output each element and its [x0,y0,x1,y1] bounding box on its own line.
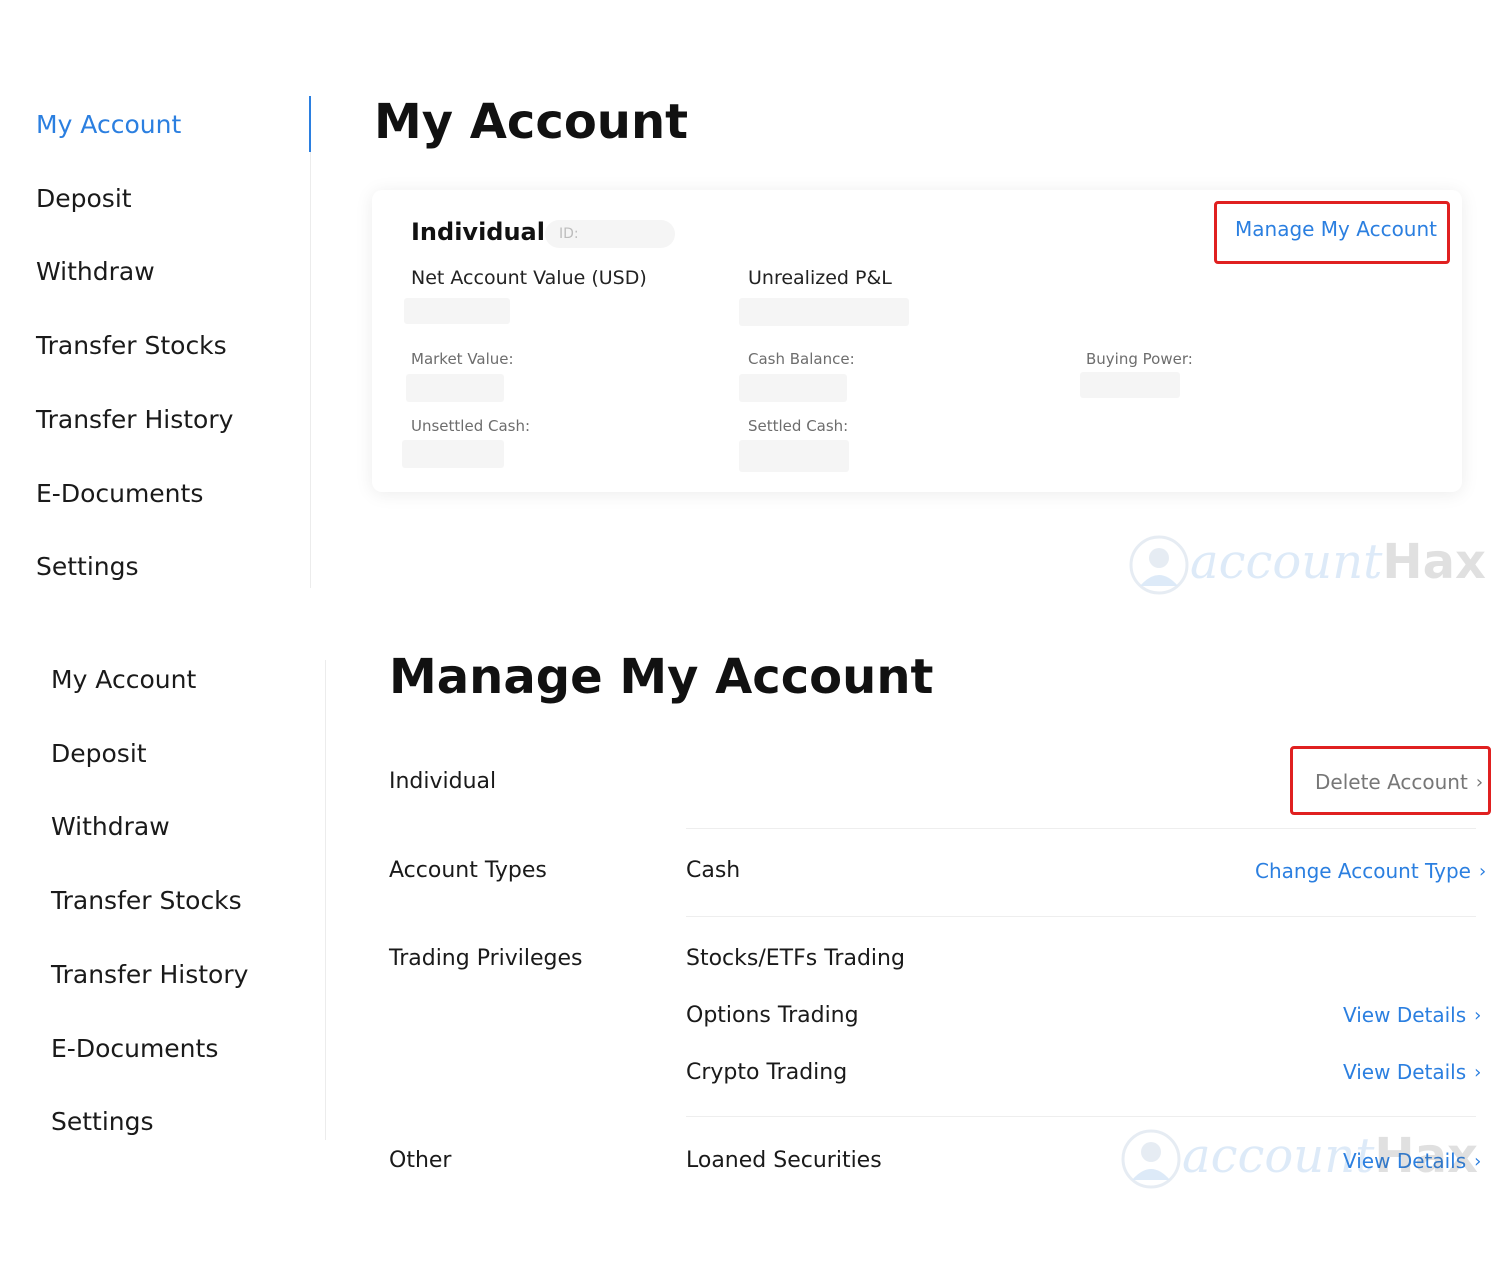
sidebar-item-withdraw[interactable]: Withdraw [51,812,170,842]
watermark-text: accountHax [1190,534,1486,590]
sidebar-item-transfer-stocks[interactable]: Transfer Stocks [51,886,242,916]
view-details-label: View Details [1343,1060,1467,1084]
sidebar-item-settings[interactable]: Settings [51,1107,154,1137]
highlight-box [1214,201,1450,264]
account-type-label: Individual [411,218,545,246]
row-divider [686,916,1476,917]
unsettled-cash-label: Unsettled Cash: [411,417,531,435]
unsettled-cash-placeholder [402,440,504,468]
cash-balance-label: Cash Balance: [748,350,855,368]
sidebar-item-deposit[interactable]: Deposit [51,739,147,769]
watermark-top: accountHax [1128,532,1498,598]
watermark-logo-icon [1121,1129,1181,1189]
sidebar-item-my-account[interactable]: My Account [51,665,196,695]
sidebar-bottom: My Account Deposit Withdraw Transfer Sto… [51,0,341,1263]
view-details-label: View Details [1343,1003,1467,1027]
market-value-label: Market Value: [411,350,514,368]
account-type-label: Individual [389,769,497,794]
net-account-value-label: Net Account Value (USD) [411,267,647,289]
page-title: My Account [374,94,689,150]
chevron-right-icon: › [1478,861,1487,882]
row-divider [686,1116,1476,1117]
settled-cash-placeholder [739,440,849,472]
page-title: Manage My Account [389,649,934,705]
view-details-label: View Details [1343,1149,1467,1173]
highlight-box [1290,746,1491,815]
sidebar-item-transfer-history[interactable]: Transfer History [51,960,248,990]
sidebar-divider [325,660,326,1140]
account-type-value: Cash [686,858,741,883]
market-value-placeholder [406,374,504,402]
change-account-type-label: Change Account Type [1255,859,1471,883]
loaned-securities-view-details-link[interactable]: View Details › [1343,1147,1481,1176]
row-divider [686,828,1476,829]
settled-cash-label: Settled Cash: [748,417,849,435]
account-types-label: Account Types [389,858,547,883]
trading-privileges-label: Trading Privileges [389,946,583,971]
buying-power-label: Buying Power: [1086,350,1193,368]
net-account-value-placeholder [404,298,510,324]
account-id-pill: ID: [545,220,675,248]
options-view-details-link[interactable]: View Details › [1343,1001,1481,1030]
cash-balance-placeholder [739,374,847,402]
chevron-right-icon: › [1474,1005,1482,1026]
options-trading: Options Trading [686,1003,859,1028]
chevron-right-icon: › [1474,1062,1482,1083]
loaned-securities: Loaned Securities [686,1148,882,1173]
stocks-etfs-trading: Stocks/ETFs Trading [686,946,905,971]
sidebar-item-e-documents[interactable]: E-Documents [51,1034,218,1064]
account-summary-card: Individual ID: Manage My Account Net Acc… [372,190,1462,492]
chevron-right-icon: › [1474,1151,1482,1172]
unrealized-pl-placeholder [739,298,909,326]
watermark-logo-icon [1129,535,1189,595]
crypto-view-details-link[interactable]: View Details › [1343,1058,1481,1087]
change-account-type-link[interactable]: Change Account Type › [1255,857,1486,886]
unrealized-pl-label: Unrealized P&L [748,267,892,289]
other-label: Other [389,1148,452,1173]
buying-power-placeholder [1080,372,1180,398]
crypto-trading: Crypto Trading [686,1060,848,1085]
